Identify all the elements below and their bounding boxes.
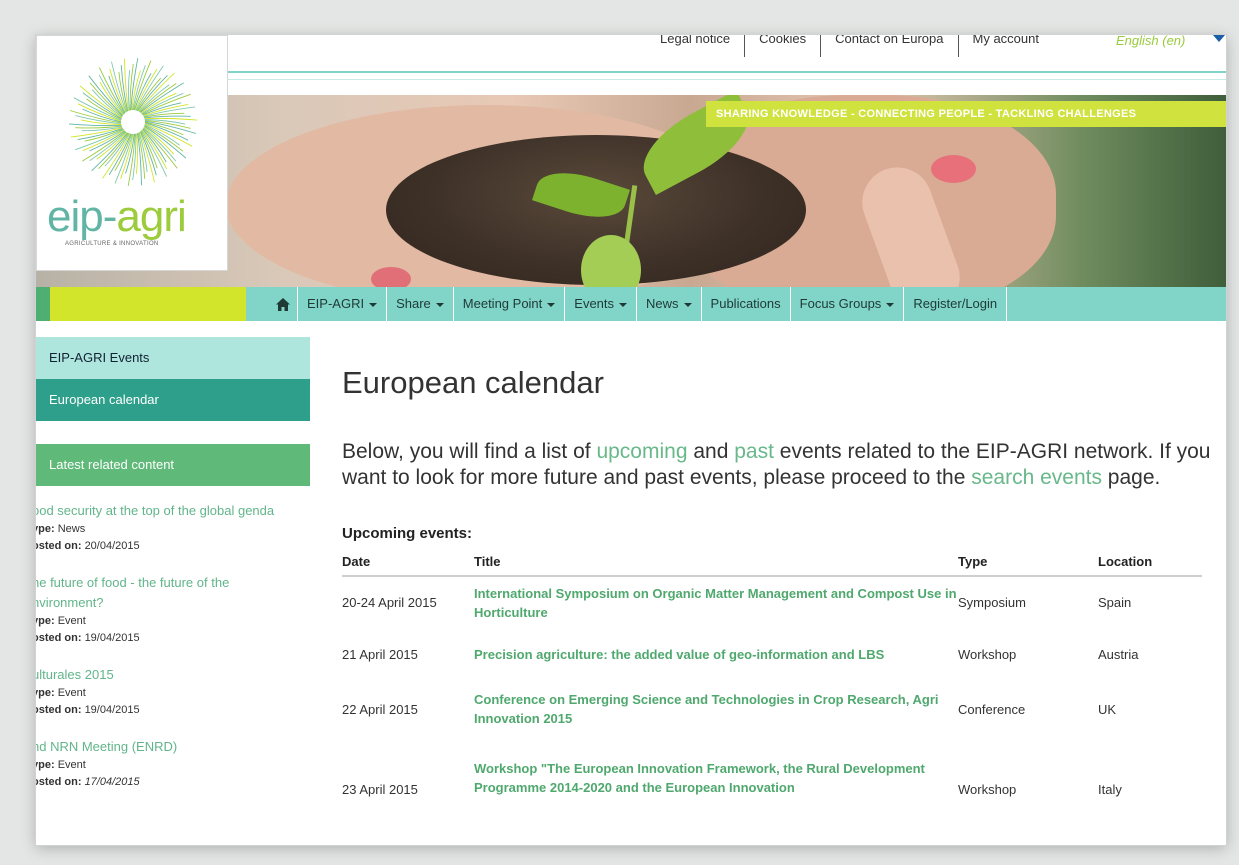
event-date: 20-24 April 2015	[342, 595, 437, 610]
event-date: 22 April 2015	[342, 701, 418, 717]
contact-europa-link[interactable]: Contact on Europa	[821, 35, 959, 57]
event-title-link[interactable]: Conference on Emerging Science and Techn…	[474, 681, 958, 737]
language-selector[interactable]: English (en)	[1116, 35, 1185, 48]
event-type: Symposium	[958, 595, 1026, 610]
main-nav: EIP-AGRI Share Meeting Point Events News Publ…	[36, 287, 1226, 321]
home-icon	[275, 297, 290, 311]
event-location: Italy	[1098, 782, 1122, 797]
table-row: 20-24 April 2015 International Symposium …	[342, 576, 1202, 628]
table-row: 21 April 2015 Precision agriculture: the …	[342, 628, 1202, 681]
related-item-link[interactable]: ood security at the top of the global ge…	[36, 501, 282, 521]
event-type: Workshop	[958, 647, 1017, 662]
related-item-date: osted on: 19/04/2015	[36, 632, 140, 644]
sidebar-item-eip-agri-events[interactable]: EIP-AGRI Events	[36, 337, 310, 379]
nav-item-events[interactable]: Events	[565, 287, 638, 321]
intro-paragraph: Below, you will find a list of upcoming …	[342, 440, 1211, 489]
nav-item-news[interactable]: News	[637, 287, 702, 321]
browser-page: Legal notice Cookies Contact on Europa M…	[36, 35, 1226, 845]
related-item-link[interactable]: ulturales 2015	[36, 665, 282, 685]
caret-down-icon	[683, 302, 692, 307]
event-title-link[interactable]: International Symposium on Organic Matte…	[474, 576, 958, 628]
caret-down-icon	[619, 302, 628, 307]
sidebar-item-european-calendar[interactable]: European calendar	[36, 379, 310, 421]
event-location: UK	[1098, 701, 1117, 717]
upcoming-events-heading: Upcoming events:	[342, 525, 473, 542]
caret-down-icon	[886, 302, 895, 307]
column-header-date: Date	[342, 550, 474, 577]
event-location: Austria	[1098, 647, 1139, 662]
event-type: Workshop	[958, 782, 1017, 797]
page-title: European calendar	[342, 365, 604, 400]
nav-item-focus-groups[interactable]: Focus Groups	[791, 287, 905, 321]
nav-item-register-login[interactable]: Register/Login	[904, 287, 1008, 321]
my-account-link[interactable]: My account	[959, 35, 1053, 57]
table-row: 23 April 2015 Workshop "The European Inno…	[342, 737, 1202, 803]
related-item-date: osted on: 19/04/2015	[36, 704, 140, 716]
list-item: nd NRN Meeting (ENRD) ype: Event osted on:…	[36, 737, 310, 791]
search-events-link[interactable]: search events	[971, 466, 1102, 489]
related-item-type: ype: Event	[36, 615, 86, 627]
banner-tagline: SHARING KNOWLEDGE - CONNECTING PEOPLE - …	[706, 101, 1226, 127]
event-date: 23 April 2015	[342, 782, 418, 797]
caret-down-icon	[369, 302, 378, 307]
related-item-link[interactable]: he future of food - the future of the nv…	[36, 573, 282, 613]
main-content: European calendar Below, you will find a…	[342, 355, 1226, 803]
divider	[226, 71, 1226, 73]
legal-notice-link[interactable]: Legal notice	[646, 35, 746, 57]
related-content-heading: Latest related content	[36, 444, 310, 486]
top-links: Legal notice Cookies Contact on Europa M…	[646, 35, 1053, 57]
logo-wordmark: eip-agri	[47, 192, 187, 241]
related-content-list: ood security at the top of the global ge…	[36, 501, 310, 809]
events-table: Date Title Type Location 20-24 April 201…	[342, 550, 1202, 803]
related-item-date: osted on: 17/04/2015	[36, 776, 140, 788]
list-item: he future of food - the future of the nv…	[36, 573, 310, 647]
past-link[interactable]: past	[734, 440, 774, 463]
list-item: ulturales 2015 ype: Event osted on: 19/04/…	[36, 665, 310, 719]
event-title-link[interactable]: Workshop "The European Innovation Framew…	[474, 737, 958, 803]
home-button[interactable]	[268, 287, 298, 321]
column-header-title: Title	[474, 550, 958, 577]
event-location: Spain	[1098, 595, 1132, 610]
related-item-type: ype: Event	[36, 759, 86, 771]
nav-item-eip-agri[interactable]: EIP-AGRI	[298, 287, 388, 321]
cookies-link[interactable]: Cookies	[745, 35, 822, 57]
nav-item-publications[interactable]: Publications	[702, 287, 791, 321]
related-item-type: ype: News	[36, 523, 86, 535]
related-item-type: ype: Event	[36, 687, 86, 699]
column-header-location: Location	[1098, 550, 1202, 577]
caret-down-icon	[547, 302, 556, 307]
event-title-link[interactable]: Precision agriculture: the added value o…	[474, 628, 958, 681]
chevron-down-icon[interactable]	[1213, 35, 1225, 42]
table-row: 22 April 2015 Conference on Emerging Scie…	[342, 681, 1202, 737]
nav-item-meeting-point[interactable]: Meeting Point	[454, 287, 566, 321]
logo-subtitle: AGRICULTURE & INNOVATION	[65, 241, 159, 247]
related-item-date: osted on: 20/04/2015	[36, 540, 140, 552]
divider	[226, 79, 1226, 80]
nav-item-share[interactable]: Share	[387, 287, 454, 321]
caret-down-icon	[435, 302, 444, 307]
list-item: ood security at the top of the global ge…	[36, 501, 310, 555]
event-type: Conference	[958, 701, 1026, 717]
burst-logo-icon	[68, 58, 198, 186]
event-date: 21 April 2015	[342, 647, 418, 662]
upcoming-link[interactable]: upcoming	[596, 440, 687, 463]
related-item-link[interactable]: nd NRN Meeting (ENRD)	[36, 737, 282, 757]
column-header-type: Type	[958, 550, 1098, 577]
site-logo[interactable]: eip-agri AGRICULTURE & INNOVATION	[36, 35, 228, 271]
